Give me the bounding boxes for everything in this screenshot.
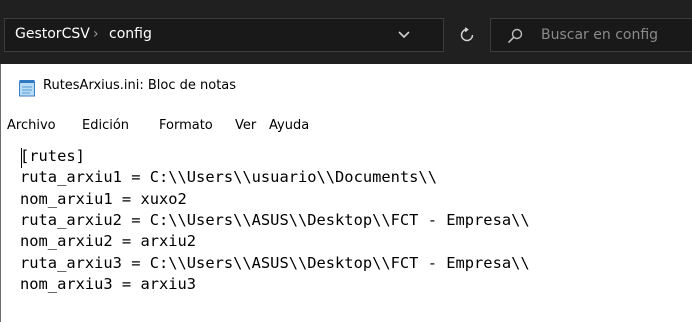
search-icon [507, 28, 523, 44]
refresh-button[interactable] [450, 18, 484, 52]
address-bar[interactable]: GestorCSV › config [4, 18, 444, 52]
explorer-toolbar: GestorCSV › config Buscar en config [0, 0, 692, 64]
search-placeholder: Buscar en config [541, 27, 659, 43]
menu-edicion[interactable]: Edición [82, 118, 129, 133]
editor-line: nom_arxiu3 = arxiu3 [20, 274, 197, 293]
menu-bar: Archivo Edición Formato Ver Ayuda [1, 114, 692, 138]
editor-line: ruta_arxiu1 = C:\\Users\\usuario\\Docume… [20, 168, 437, 187]
menu-formato[interactable]: Formato [159, 118, 213, 133]
breadcrumb-separator-icon: › [93, 26, 99, 42]
editor-line: nom_arxiu2 = arxiu2 [20, 232, 197, 251]
text-editor[interactable]: [rutes] ruta_arxiu1 = C:\\Users\\usuario… [1, 142, 692, 322]
editor-line: ruta_arxiu2 = C:\\Users\\ASUS\\Desktop\\… [20, 210, 530, 229]
notepad-window: RutesArxius.ini: Bloc de notas Archivo E… [0, 64, 692, 322]
breadcrumb-root[interactable]: GestorCSV [15, 26, 90, 42]
refresh-icon [460, 27, 474, 42]
notepad-icon [19, 80, 35, 97]
chevron-down-icon[interactable] [397, 29, 411, 41]
search-box[interactable]: Buscar en config [490, 18, 692, 52]
editor-line: ruta_arxiu3 = C:\\Users\\ASUS\\Desktop\\… [20, 253, 530, 272]
title-bar[interactable]: RutesArxius.ini: Bloc de notas [1, 64, 692, 110]
menu-ayuda[interactable]: Ayuda [269, 118, 309, 133]
breadcrumb-current[interactable]: config [109, 26, 152, 42]
editor-line: [rutes] [20, 147, 85, 165]
window-title: RutesArxius.ini: Bloc de notas [43, 78, 237, 93]
menu-ver[interactable]: Ver [235, 118, 256, 133]
editor-line: nom_arxiu1 = xuxo2 [20, 189, 187, 208]
menu-archivo[interactable]: Archivo [7, 118, 56, 133]
